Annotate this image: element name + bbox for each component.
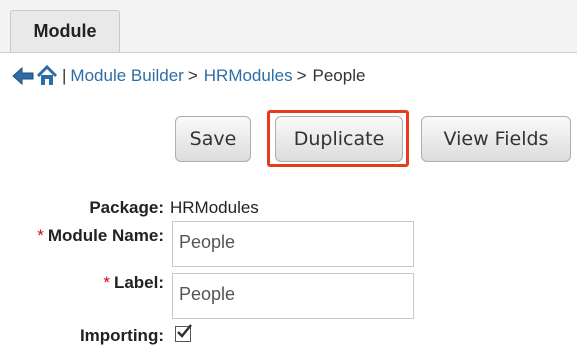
required-asterisk: * bbox=[37, 226, 44, 245]
breadcrumb-current: People bbox=[312, 66, 366, 85]
breadcrumb: | Module Builder > HRModules > People bbox=[12, 62, 365, 90]
breadcrumb-module-builder[interactable]: Module Builder bbox=[70, 66, 183, 86]
importing-label: Importing: bbox=[79, 326, 164, 345]
back-arrow-icon[interactable] bbox=[12, 66, 34, 86]
tab-bar: Module bbox=[0, 0, 577, 53]
module-name-label: * Module Name: bbox=[37, 226, 164, 246]
checkmark-icon bbox=[177, 324, 192, 338]
required-asterisk: * bbox=[103, 273, 110, 292]
breadcrumb-arrow: > bbox=[296, 66, 307, 85]
label-label: * Label: bbox=[103, 273, 164, 293]
package-value: HRModules bbox=[170, 198, 259, 217]
breadcrumb-arrow: > bbox=[187, 66, 198, 85]
breadcrumb-separator: | bbox=[62, 66, 67, 85]
save-button[interactable]: Save bbox=[175, 116, 251, 162]
tab-module[interactable]: Module bbox=[10, 10, 120, 52]
breadcrumb-hrmodules[interactable]: HRModules bbox=[204, 66, 293, 86]
importing-checkbox[interactable] bbox=[175, 324, 192, 342]
package-label: Package: bbox=[89, 198, 164, 217]
module-name-label-text: Module Name: bbox=[47, 226, 164, 245]
home-icon[interactable] bbox=[36, 65, 58, 87]
label-label-text: Label: bbox=[113, 273, 164, 292]
module-name-input[interactable]: People bbox=[172, 221, 414, 267]
view-fields-button[interactable]: View Fields bbox=[421, 116, 571, 162]
label-input[interactable]: People bbox=[172, 273, 414, 319]
duplicate-button[interactable]: Duplicate bbox=[275, 116, 403, 162]
